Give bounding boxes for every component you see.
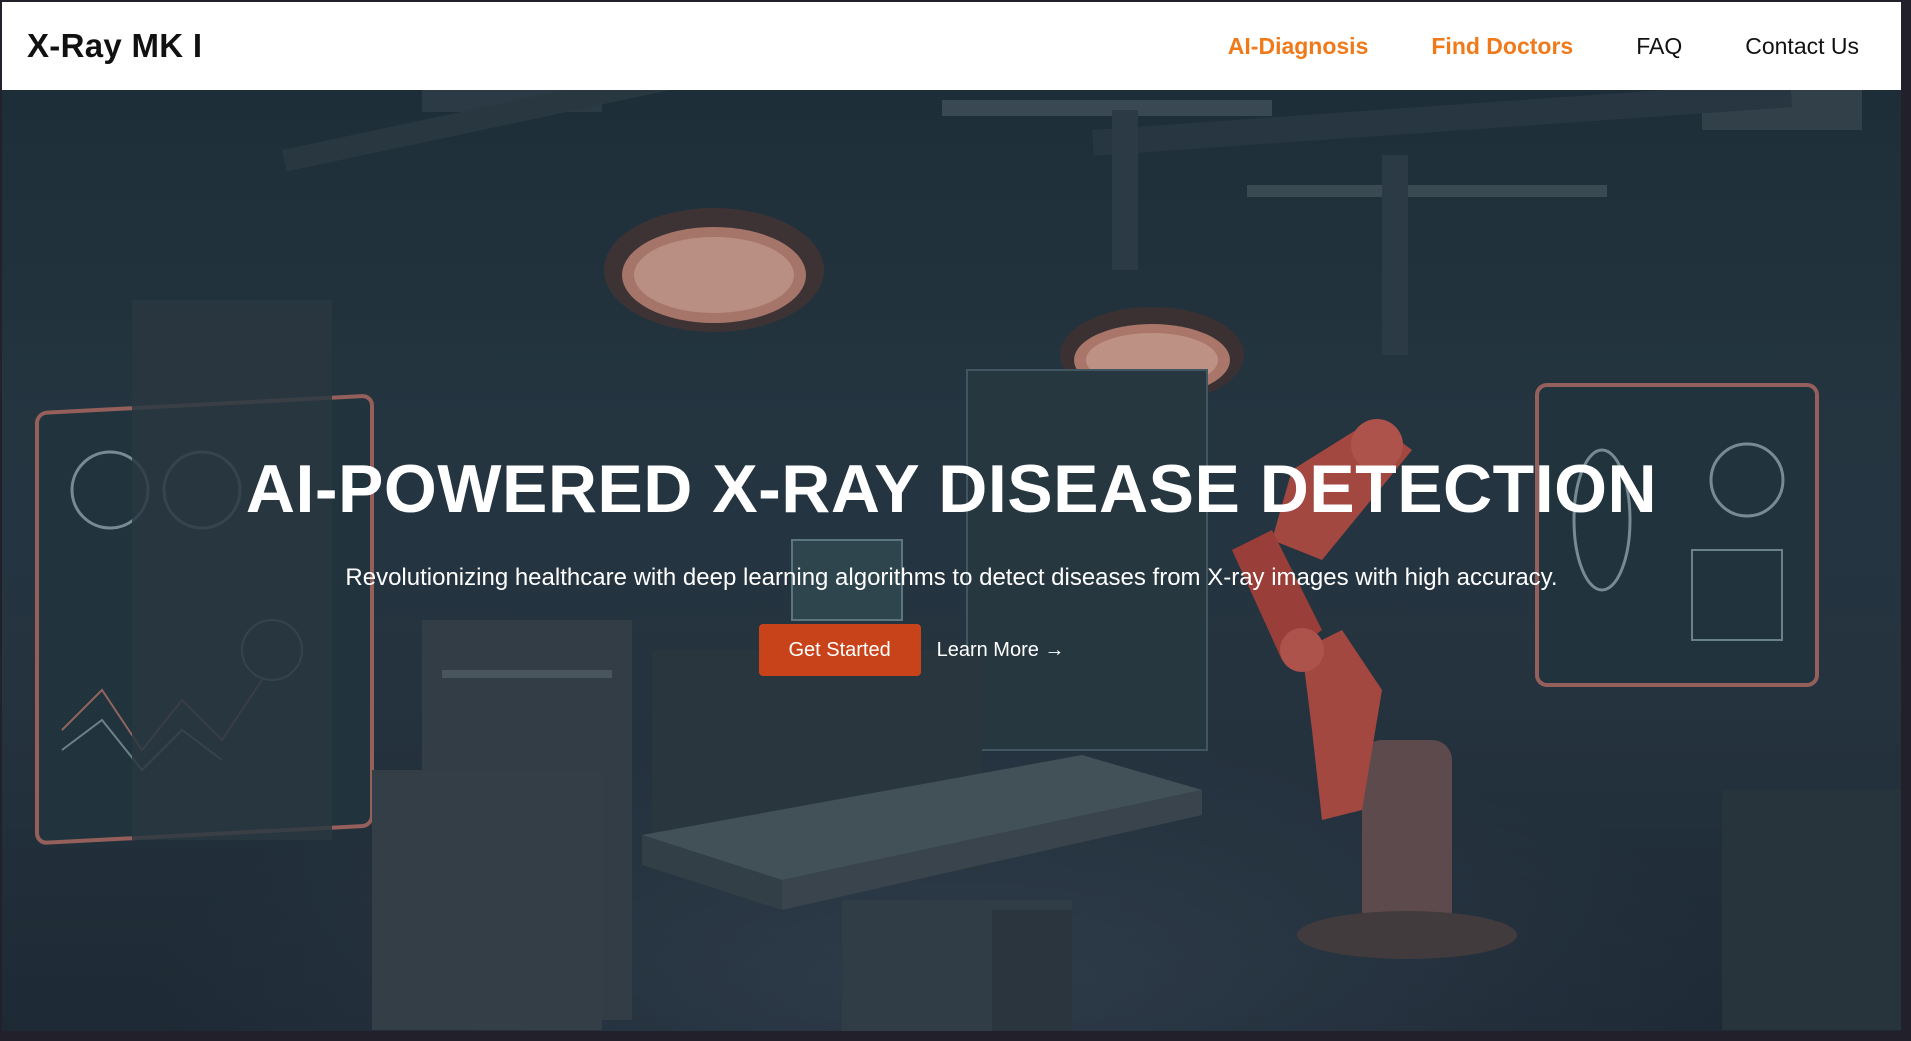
hero-section: AI-POWERED X-RAY DISEASE DETECTION Revol… <box>2 90 1901 1031</box>
hero-cta-group: Get Started Learn More → <box>2 624 1901 676</box>
nav-link-ai-diagnosis[interactable]: AI-Diagnosis <box>1228 33 1369 60</box>
top-navbar: X-Ray MK I AI-Diagnosis Find Doctors FAQ… <box>2 2 1901 90</box>
get-started-button[interactable]: Get Started <box>758 624 921 676</box>
nav-link-contact-us[interactable]: Contact Us <box>1745 33 1859 60</box>
learn-more-link[interactable]: Learn More → <box>937 639 1065 662</box>
nav-link-faq[interactable]: FAQ <box>1636 33 1682 60</box>
hero-subtitle: Revolutionizing healthcare with deep lea… <box>345 564 1558 591</box>
nav-menu: AI-Diagnosis Find Doctors FAQ Contact Us <box>1165 33 1859 60</box>
window-bottom-edge <box>0 1031 1911 1041</box>
hero-title: AI-POWERED X-RAY DISEASE DETECTION <box>245 451 1658 527</box>
window-right-edge <box>1901 0 1911 1041</box>
browser-viewport: X-Ray MK I AI-Diagnosis Find Doctors FAQ… <box>2 2 1901 1031</box>
brand-logo[interactable]: X-Ray MK I <box>27 27 202 65</box>
hero-dark-overlay <box>2 90 1901 1031</box>
nav-link-find-doctors[interactable]: Find Doctors <box>1431 33 1573 60</box>
